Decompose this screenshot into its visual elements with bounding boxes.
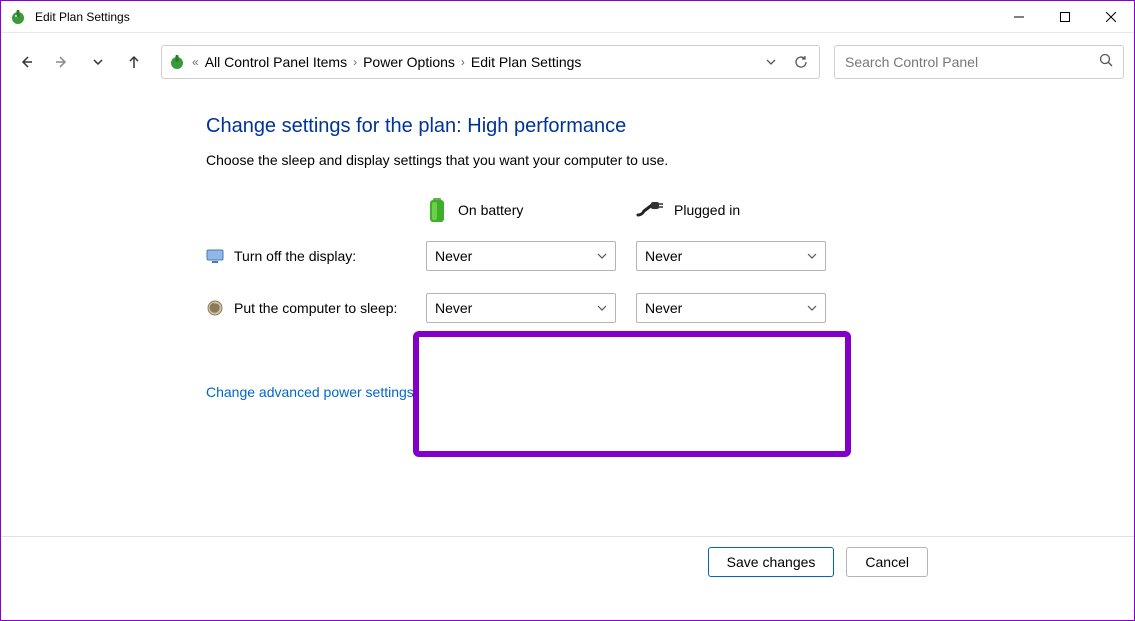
- column-header-battery: On battery: [426, 190, 636, 230]
- chevron-down-icon: [807, 248, 817, 264]
- select-value: Never: [435, 248, 472, 264]
- column-header-battery-label: On battery: [458, 202, 523, 218]
- advanced-settings-link[interactable]: Change advanced power settings: [206, 384, 414, 400]
- chevron-right-icon: ›: [461, 55, 465, 69]
- settings-grid: On battery Plugged in Turn off the displ…: [206, 190, 1134, 334]
- cancel-button[interactable]: Cancel: [846, 547, 928, 577]
- column-header-plugged: Plugged in: [636, 190, 846, 230]
- breadcrumb-item[interactable]: Power Options: [363, 54, 455, 70]
- forward-button[interactable]: [47, 47, 77, 77]
- titlebar: Edit Plan Settings: [1, 1, 1134, 33]
- maximize-button[interactable]: [1042, 1, 1088, 33]
- breadcrumb-overflow-icon[interactable]: «: [192, 55, 199, 69]
- row-sleep-text: Put the computer to sleep:: [234, 300, 397, 316]
- app-icon: [9, 8, 27, 26]
- display-battery-select[interactable]: Never: [426, 241, 616, 271]
- select-value: Never: [435, 300, 472, 316]
- chevron-down-icon: [807, 300, 817, 316]
- footer: Save changes Cancel: [1, 536, 1134, 586]
- row-display-label: Turn off the display:: [206, 230, 426, 282]
- address-dropdown[interactable]: [759, 50, 783, 74]
- display-icon: [206, 247, 224, 265]
- row-display-text: Turn off the display:: [234, 248, 356, 264]
- page-subheading: Choose the sleep and display settings th…: [206, 152, 1134, 168]
- search-placeholder: Search Control Panel: [845, 54, 1099, 70]
- breadcrumb-item[interactable]: Edit Plan Settings: [471, 54, 582, 70]
- select-value: Never: [645, 248, 682, 264]
- search-icon: [1099, 53, 1113, 72]
- back-button[interactable]: [11, 47, 41, 77]
- chevron-down-icon: [597, 248, 607, 264]
- window-title: Edit Plan Settings: [35, 10, 996, 24]
- close-button[interactable]: [1088, 1, 1134, 33]
- plug-icon: [636, 201, 664, 219]
- select-value: Never: [645, 300, 682, 316]
- nav-row: « All Control Panel Items › Power Option…: [1, 33, 1134, 91]
- minimize-button[interactable]: [996, 1, 1042, 33]
- column-header-plugged-label: Plugged in: [674, 202, 740, 218]
- save-button[interactable]: Save changes: [708, 547, 835, 577]
- content: Change settings for the plan: High perfo…: [1, 91, 1134, 402]
- up-button[interactable]: [119, 47, 149, 77]
- sleep-icon: [206, 299, 224, 317]
- search-input[interactable]: Search Control Panel: [834, 45, 1124, 79]
- address-app-icon: [168, 53, 186, 71]
- refresh-button[interactable]: [789, 50, 813, 74]
- sleep-battery-select[interactable]: Never: [426, 293, 616, 323]
- address-bar[interactable]: « All Control Panel Items › Power Option…: [161, 45, 820, 79]
- chevron-right-icon: ›: [353, 55, 357, 69]
- recent-dropdown[interactable]: [83, 47, 113, 77]
- battery-icon: [426, 196, 448, 224]
- chevron-down-icon: [597, 300, 607, 316]
- sleep-plugged-select[interactable]: Never: [636, 293, 826, 323]
- page-heading: Change settings for the plan: High perfo…: [206, 115, 1134, 138]
- row-sleep-label: Put the computer to sleep:: [206, 282, 426, 334]
- breadcrumb-item[interactable]: All Control Panel Items: [205, 54, 347, 70]
- display-plugged-select[interactable]: Never: [636, 241, 826, 271]
